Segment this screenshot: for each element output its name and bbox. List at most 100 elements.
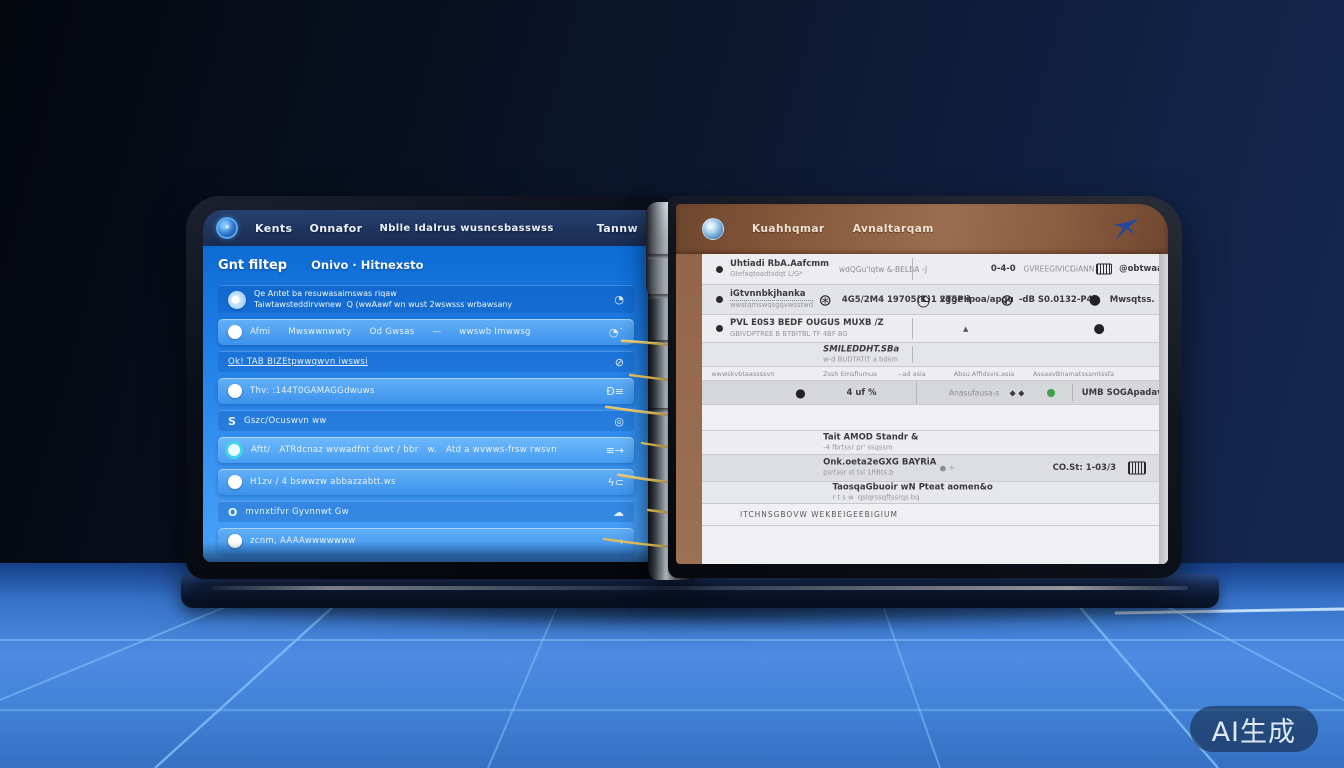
left-screen-body: Gnt filtep Onivo · Hitnexsto Qe Antet ba… (203, 246, 649, 562)
bullet-icon (716, 296, 723, 303)
cell-value: 4 uf % (846, 388, 876, 398)
table-row[interactable]: PVL E0S3 BEDF OUGUS MUXB /Z GBIVDPTREE B… (702, 315, 1168, 343)
left-nav-item-2[interactable]: Onnafor (309, 222, 362, 235)
list-item-text: Aftt/ ATRdcnaz wvwadfnt dswt / bbr w. At… (251, 445, 557, 455)
right-nav-item-1[interactable]: Kuahhqmar (752, 223, 825, 235)
list-item[interactable]: zcnm, AAAAwwwwwww → (218, 528, 634, 554)
arrow-right-icon[interactable]: → (615, 535, 624, 548)
page-title: Gnt filtep (218, 258, 287, 273)
diamond-icons: ◆ ◆ (1010, 388, 1025, 397)
column-divider (912, 318, 913, 339)
column-divider (912, 258, 913, 281)
triangle-icon: ▲ (963, 325, 968, 333)
table-row[interactable]: Onk.oeta2eGXG BAYRiA psrtssr st tsl 1RBt… (702, 455, 1168, 482)
left-screen: ✶ Kents Onnafor Nblle Idalrus wusncsbass… (203, 210, 649, 562)
left-nav-item-3[interactable]: Nblle Idalrus wusncsbasswss (379, 223, 553, 234)
cell-value: ITCHNSGBOVW WEKBEIGEEBIGIUM (740, 510, 898, 519)
cell-value: GVREEGIVICI (1024, 265, 1072, 274)
cell-title-block: Tait AMOD Standr & -4 fbrtssr pr' ssqssm (823, 432, 918, 453)
cell-value: GiANN (1070, 265, 1094, 274)
letter-icon: O (228, 506, 237, 519)
column-divider (912, 346, 913, 364)
column-header: Zssh Emsfiumua (823, 370, 877, 378)
list-item[interactable]: S Gszc/Ocuswvn ww ◎ (218, 410, 634, 431)
green-status-dot (1047, 389, 1055, 397)
base-highlight-stripe (212, 586, 1188, 590)
column-divider (916, 381, 917, 404)
list-item[interactable]: H1zv / 4 bswwzw abbazzabtt.ws ϟ⊂ (218, 469, 634, 495)
left-app-logo-icon[interactable]: ✶ (216, 217, 238, 239)
column-header: wwwskvbtaassssvn (711, 370, 774, 378)
scene: ✶ Kents Onnafor Nblle Idalrus wusncsbass… (0, 0, 1344, 768)
table-row[interactable]: TaosqaGbuoir wN Pteat aomen&o r t s w qs… (702, 482, 1168, 504)
table-row[interactable]: ITCHNSGBOVW WEKBEIGEEBIGIUM (702, 504, 1168, 526)
device-base (181, 574, 1219, 608)
list-item-text: Thv: :144T0GAMAGGdwuws (250, 386, 375, 396)
radio-selected-icon[interactable] (228, 444, 240, 456)
list-item-text: Qe Antet ba resuwasaimswas riqaw Taiwtaw… (254, 289, 512, 310)
row-action-icon[interactable]: ϟ⊂ (608, 476, 624, 489)
cell-title-block: SMILEDDHT.SBa w-d BUDTATIT a bdsm (823, 344, 899, 365)
circle-icon (228, 534, 242, 548)
circle-icon (228, 384, 242, 398)
cell-value: Anasufausa-s (949, 388, 999, 397)
paper-blank-area (702, 526, 1168, 564)
cell-note: wdQGu'lqtw &-BELBA -J (839, 265, 927, 274)
ai-watermark-badge: AI生成 (1190, 706, 1318, 752)
left-nav-item-4[interactable]: Tannw (597, 222, 638, 235)
dark-dot-icon: ● (1089, 292, 1101, 308)
column-header: AssaavBnamatssamtssfa (1033, 370, 1114, 378)
table-row[interactable]: ● 4 uf % Anasufausa-s ◆ ◆ UMB SOGApadava (702, 381, 1168, 405)
wheel-icon: ⊛ (819, 290, 832, 309)
clock-icon: ◷ (916, 290, 930, 309)
row-action-icon[interactable]: ◔˙ (609, 326, 624, 339)
list-item[interactable]: Afmi Mwswwnwwty Od Gwsas — wwswb Imwwsg … (218, 319, 634, 345)
list-item[interactable]: Thv: :144T0GAMAGGdwuws Ð≡ (218, 378, 634, 404)
list-item-link[interactable]: Ok! TAB BIZEtpwwqwvn iwswsi (228, 357, 368, 367)
globe-logo-icon[interactable] (702, 218, 724, 240)
list-item-text: H1zv / 4 bswwzw abbazzabtt.ws (250, 477, 396, 487)
cell-title-block: TaosqaGbuoir wN Pteat aomen&o r t s w qs… (832, 482, 992, 503)
cell-note: ● ÷ (940, 464, 955, 473)
slash-circle-icon: ⊘ (1000, 290, 1013, 309)
left-navbar: ✶ Kents Onnafor Nblle Idalrus wusncsbass… (203, 210, 649, 246)
page-subtitle[interactable]: Onivo · Hitnexsto (311, 258, 423, 272)
list-item[interactable]: Qe Antet ba resuwasaimswas riqaw Taiwtaw… (218, 285, 634, 313)
row-action-icon[interactable]: ◔ (614, 293, 624, 306)
cell-value: 0-4-0 (991, 264, 1016, 274)
cell-value: UMB SOGApadava (1082, 388, 1168, 398)
cloud-icon[interactable]: ☁ (613, 506, 624, 519)
table-row[interactable]: Tait AMOD Standr & -4 fbrtssr pr' ssqssm (702, 431, 1168, 455)
list-item[interactable]: O mvnxtifvr Gyvnnwt Gw ☁ (218, 501, 634, 522)
row-action-icon[interactable]: ≡→ (606, 444, 624, 457)
scrollbar[interactable] (1159, 254, 1168, 564)
bird-send-icon[interactable] (1108, 215, 1142, 243)
column-header: Absu.Affidsvis.asia (954, 370, 1015, 378)
cell-value: -dB S0.0132-P4 (1019, 295, 1093, 305)
bullet-icon (716, 266, 723, 273)
list-item-text: mvnxtifvr Gyvnnwt Gw (245, 507, 349, 517)
list-item[interactable]: Ok! TAB BIZEtpwwqwvn iwswsi ⊘ (218, 351, 634, 372)
cell-value: CO.St: 1-03/3 (1053, 463, 1116, 473)
right-nav-item-2[interactable]: Avnaltarqam (853, 223, 934, 235)
cell-title-block: PVL E0S3 BEDF OUGUS MUXB /Z GBIVDPTREE B… (730, 318, 884, 339)
cell-title-block: iGtvnnbkjhanka wwstqmswqsgqvwsstwd (730, 289, 813, 311)
letter-icon: S (228, 415, 236, 428)
table-row[interactable]: SMILEDDHT.SBa w-d BUDTATIT a bdsm (702, 343, 1168, 367)
table-row[interactable]: Uhtiadi RbA.Aafcmm Gtefaqtoadtsdqt L/G* … (702, 254, 1168, 285)
row-action-icon[interactable]: ⊘ (615, 356, 624, 369)
bullet-icon (716, 325, 723, 332)
row-action-icon[interactable]: Ð≡ (606, 385, 624, 398)
cell-value: Mwsqtss. (1110, 295, 1155, 305)
cell-title-block: Onk.oeta2eGXG BAYRiA psrtssr st tsl 1RBt… (823, 458, 936, 479)
cell-title-block: Uhtiadi RbA.Aafcmm Gtefaqtoadtsdqt L/G* (730, 259, 829, 280)
left-device: ✶ Kents Onnafor Nblle Idalrus wusncsbass… (186, 196, 666, 579)
list-item-text: Gszc/Ocuswvn ww (244, 416, 327, 426)
list-item-selected[interactable]: Aftt/ ATRdcnaz wvwadfnt dswt / bbr w. At… (218, 437, 634, 463)
row-action-icon[interactable]: ◎ (614, 415, 624, 428)
column-divider (1072, 384, 1073, 402)
list-item-text: Afmi Mwswwnwwty Od Gwsas — wwswb Imwwsg (250, 327, 531, 337)
table-row[interactable]: iGtvnnbkjhanka wwstqmswqsgqvwsstwd ⊛ 4G5… (702, 285, 1168, 315)
table-spacer-row (702, 405, 1168, 431)
left-nav-item-1[interactable]: Kents (255, 222, 292, 235)
